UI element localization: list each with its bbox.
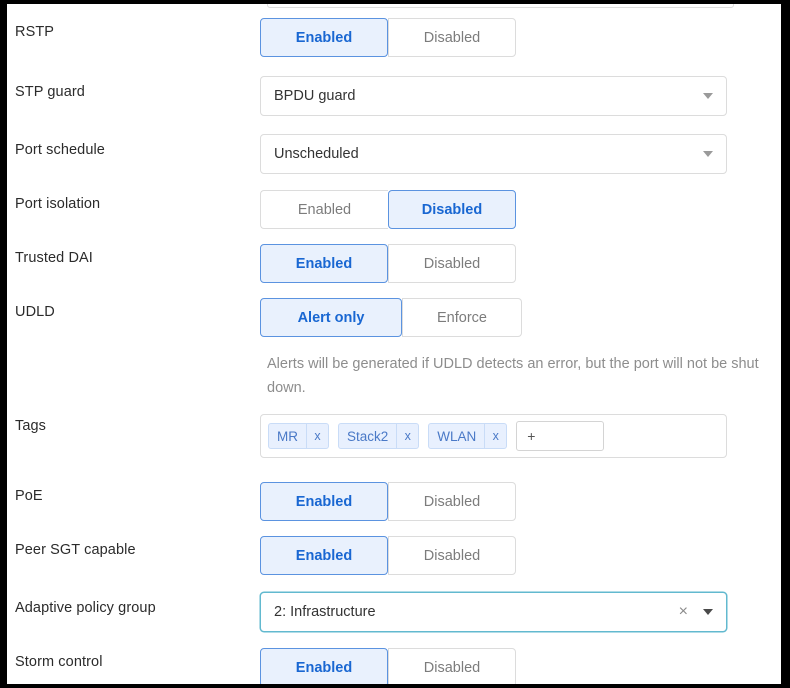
label-port-isolation: Port isolation <box>15 196 101 212</box>
label-adaptive-policy-group: Adaptive policy group <box>15 600 156 616</box>
control-trusted-dai: Enabled Disabled <box>260 244 781 283</box>
row-port-schedule: Port schedule Unscheduled <box>7 134 781 174</box>
label-storm-control: Storm control <box>15 654 103 670</box>
tag-chip-label: MR <box>277 428 298 444</box>
poe-option-enabled[interactable]: Enabled <box>260 482 388 521</box>
poe-option-disabled[interactable]: Disabled <box>388 482 516 521</box>
udld-toggle[interactable]: Alert only Enforce <box>260 298 522 337</box>
udld-help-text: Alerts will be generated if UDLD detects… <box>267 356 759 396</box>
port-schedule-value: Unscheduled <box>274 146 359 162</box>
add-tag-input[interactable]: + <box>516 421 605 451</box>
row-udld: UDLD Alert only Enforce <box>7 298 781 337</box>
trusted-dai-option-disabled[interactable]: Disabled <box>388 244 516 283</box>
row-rstp: RSTP Enabled Disabled <box>7 18 781 57</box>
adaptive-policy-group-value: 2: Infrastructure <box>274 604 376 620</box>
tag-chip-label: WLAN <box>437 428 477 444</box>
tag-remove-icon[interactable]: x <box>484 424 506 448</box>
control-peer-sgt-capable: Enabled Disabled <box>260 536 781 575</box>
label-port-schedule: Port schedule <box>15 142 105 158</box>
row-peer-sgt-capable: Peer SGT capable Enabled Disabled <box>7 536 781 575</box>
screenshot-frame: RSTP Enabled Disabled STP guard BPDU gua… <box>0 0 790 688</box>
row-udld-help: Alerts will be generated if UDLD detects… <box>7 352 781 400</box>
tag-remove-icon[interactable]: x <box>396 424 418 448</box>
port-schedule-select[interactable]: Unscheduled <box>260 134 727 174</box>
poe-toggle[interactable]: Enabled Disabled <box>260 482 516 521</box>
row-stp-guard: STP guard BPDU guard <box>7 76 781 116</box>
port-isolation-option-disabled[interactable]: Disabled <box>388 190 516 229</box>
trusted-dai-toggle[interactable]: Enabled Disabled <box>260 244 516 283</box>
control-udld: Alert only Enforce <box>260 298 781 337</box>
control-poe: Enabled Disabled <box>260 482 781 521</box>
peer-sgt-option-enabled[interactable]: Enabled <box>260 536 388 575</box>
tag-chip[interactable]: MR x <box>268 423 329 449</box>
udld-option-alert-only[interactable]: Alert only <box>260 298 402 337</box>
control-port-schedule: Unscheduled <box>260 134 781 174</box>
row-storm-control: Storm control Enabled Disabled <box>7 648 781 684</box>
chevron-down-icon[interactable] <box>703 151 713 157</box>
label-poe: PoE <box>15 488 43 504</box>
udld-option-enforce[interactable]: Enforce <box>402 298 522 337</box>
control-rstp: Enabled Disabled <box>260 18 781 57</box>
storm-control-option-disabled[interactable]: Disabled <box>388 648 516 684</box>
clipped-control-above <box>267 4 734 8</box>
row-trusted-dai: Trusted DAI Enabled Disabled <box>7 244 781 283</box>
rstp-option-enabled[interactable]: Enabled <box>260 18 388 57</box>
tag-chip[interactable]: Stack2 x <box>338 423 420 449</box>
tag-remove-icon[interactable]: x <box>306 424 328 448</box>
row-port-isolation: Port isolation Enabled Disabled <box>7 190 781 229</box>
peer-sgt-option-disabled[interactable]: Disabled <box>388 536 516 575</box>
tag-chip[interactable]: WLAN x <box>428 423 508 449</box>
label-peer-sgt-capable: Peer SGT capable <box>15 542 136 558</box>
peer-sgt-capable-toggle[interactable]: Enabled Disabled <box>260 536 516 575</box>
trusted-dai-option-enabled[interactable]: Enabled <box>260 244 388 283</box>
settings-form-viewport: RSTP Enabled Disabled STP guard BPDU gua… <box>7 4 781 684</box>
control-tags: MR x Stack2 x WLAN x + <box>260 414 781 458</box>
row-tags: Tags MR x Stack2 x WLAN x + <box>7 414 781 458</box>
tags-input-field[interactable]: MR x Stack2 x WLAN x + <box>260 414 727 458</box>
tag-chip-label: Stack2 <box>347 428 389 444</box>
close-icon[interactable]: × <box>679 604 688 620</box>
chevron-down-icon[interactable] <box>703 609 713 615</box>
row-poe: PoE Enabled Disabled <box>7 482 781 521</box>
chevron-down-icon[interactable] <box>703 93 713 99</box>
label-tags: Tags <box>15 418 47 434</box>
control-adaptive-policy-group: 2: Infrastructure × <box>260 592 781 632</box>
control-storm-control: Enabled Disabled <box>260 648 781 684</box>
label-stp-guard: STP guard <box>15 84 85 100</box>
stp-guard-value: BPDU guard <box>274 88 356 104</box>
storm-control-toggle[interactable]: Enabled Disabled <box>260 648 516 684</box>
row-adaptive-policy-group: Adaptive policy group 2: Infrastructure … <box>7 592 781 632</box>
control-port-isolation: Enabled Disabled <box>260 190 781 229</box>
stp-guard-select[interactable]: BPDU guard <box>260 76 727 116</box>
rstp-toggle[interactable]: Enabled Disabled <box>260 18 516 57</box>
port-isolation-option-enabled[interactable]: Enabled <box>260 190 388 229</box>
control-udld-help: Alerts will be generated if UDLD detects… <box>260 352 781 400</box>
rstp-option-disabled[interactable]: Disabled <box>388 18 516 57</box>
storm-control-option-enabled[interactable]: Enabled <box>260 648 388 684</box>
label-udld: UDLD <box>15 304 55 320</box>
port-isolation-toggle[interactable]: Enabled Disabled <box>260 190 516 229</box>
label-trusted-dai: Trusted DAI <box>15 250 93 266</box>
label-rstp: RSTP <box>15 24 55 40</box>
control-stp-guard: BPDU guard <box>260 76 781 116</box>
adaptive-policy-group-select[interactable]: 2: Infrastructure × <box>260 592 727 632</box>
